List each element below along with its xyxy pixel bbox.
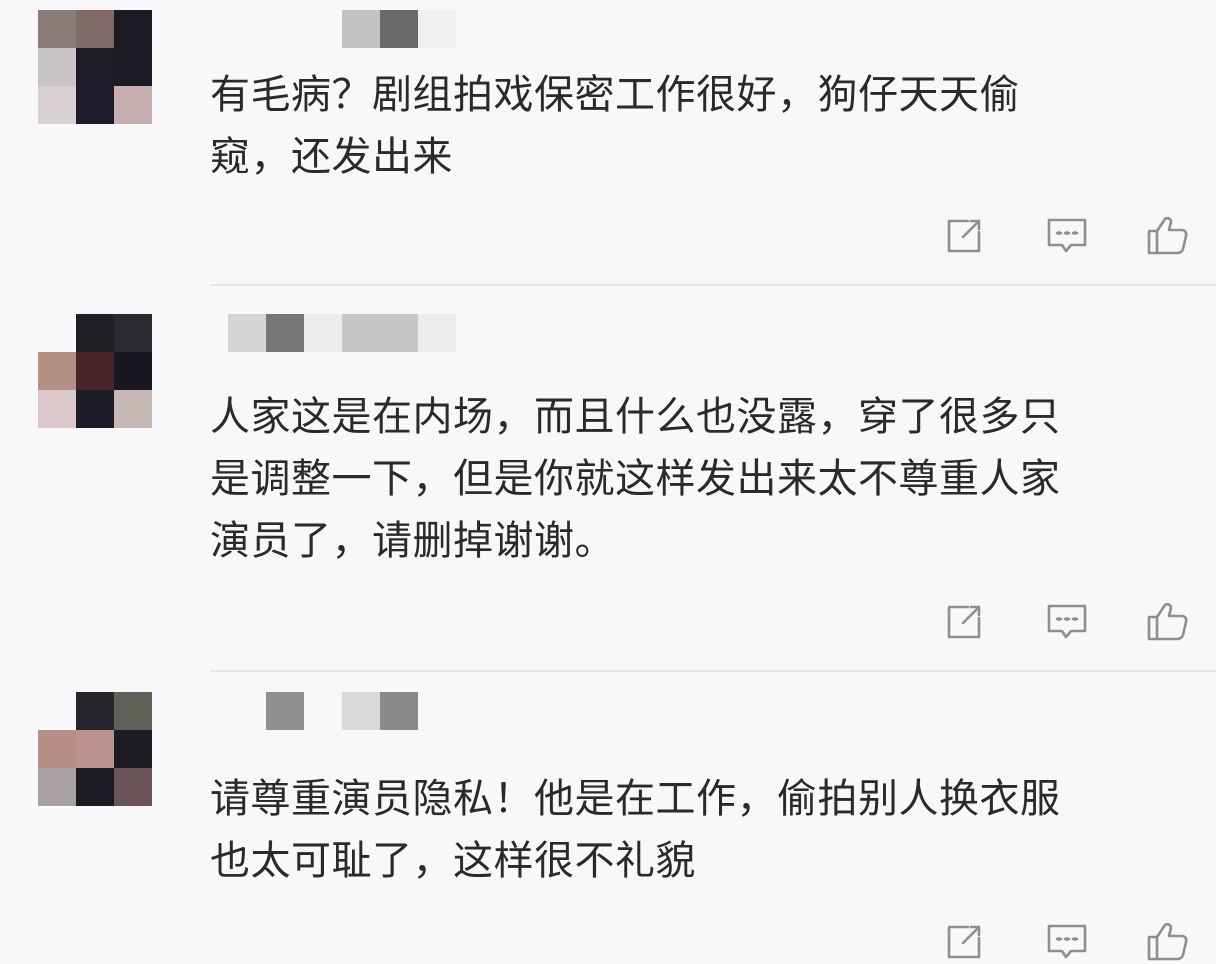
username-pixel [380,692,418,730]
like-icon [1144,212,1190,258]
avatar[interactable] [38,692,152,806]
avatar-pixel [76,692,114,730]
avatar-pixel [76,86,114,124]
username-pixel [418,314,456,352]
like-icon [1144,598,1190,644]
username-pixel [266,692,304,730]
avatar-pixel [38,390,76,428]
comment-icon [1044,212,1090,258]
like-button[interactable] [1144,212,1190,258]
share-icon [942,918,988,964]
like-icon [1144,918,1190,964]
username-pixel [418,692,456,730]
avatar-pixel [38,86,76,124]
comment-text: 有毛病？剧组拍戏保密工作很好，狗仔天天偷 窥，还发出来 [210,72,1020,180]
share-button[interactable] [942,212,988,258]
avatar[interactable] [38,10,152,124]
avatar-pixel [38,48,76,86]
avatar-pixel [114,314,152,352]
comment-icon [1044,918,1090,964]
avatar-pixel [76,390,114,428]
avatar-pixel [38,768,76,806]
avatar-pixel [114,48,152,86]
username-pixel [456,10,494,48]
like-button[interactable] [1144,598,1190,644]
username-pixel [304,314,342,352]
username-pixel [266,314,304,352]
reply-button[interactable] [1044,212,1090,258]
avatar-pixel [38,730,76,768]
divider [210,284,1216,286]
username[interactable] [228,692,456,730]
username-pixel [380,314,418,352]
comment-actions [930,918,1200,964]
reply-button[interactable] [1044,598,1090,644]
avatar-pixel [76,768,114,806]
share-icon [942,212,988,258]
comment-icon [1044,598,1090,644]
username-pixel [304,10,342,48]
username-pixel [418,10,456,48]
avatar-pixel [114,390,152,428]
avatar-pixel [114,352,152,390]
avatar-pixel [114,768,152,806]
avatar-pixel [114,730,152,768]
username-pixel [380,10,418,48]
avatar-pixel [76,314,114,352]
avatar-pixel [38,692,76,730]
comment-actions [930,598,1200,644]
avatar-pixel [38,352,76,390]
username-pixel [228,314,266,352]
username-pixel [342,10,380,48]
like-button[interactable] [1144,918,1190,964]
share-icon [942,598,988,644]
avatar-pixel [114,86,152,124]
avatar-pixel [38,10,76,48]
avatar-pixel [38,314,76,352]
avatar-pixel [114,10,152,48]
username[interactable] [304,10,532,48]
avatar-pixel [114,692,152,730]
avatar-pixel [76,730,114,768]
username-pixel [494,10,532,48]
share-button[interactable] [942,918,988,964]
avatar[interactable] [38,314,152,428]
username-pixel [342,314,380,352]
username[interactable] [228,314,456,352]
comment-text: 请尊重演员隐私！他是在工作，偷拍别人换衣服 也太可耻了，这样很不礼貌 [210,776,1061,884]
comment-actions [930,212,1200,258]
avatar-pixel [76,48,114,86]
divider [210,670,1216,672]
username-pixel [304,692,342,730]
reply-button[interactable] [1044,918,1090,964]
username-pixel [342,692,380,730]
avatar-pixel [76,10,114,48]
username-pixel [228,692,266,730]
avatar-pixel [76,352,114,390]
comment-text: 人家这是在内场，而且什么也没露，穿了很多只 是调整一下，但是你就这样发出来太不尊… [210,394,1061,564]
share-button[interactable] [942,598,988,644]
